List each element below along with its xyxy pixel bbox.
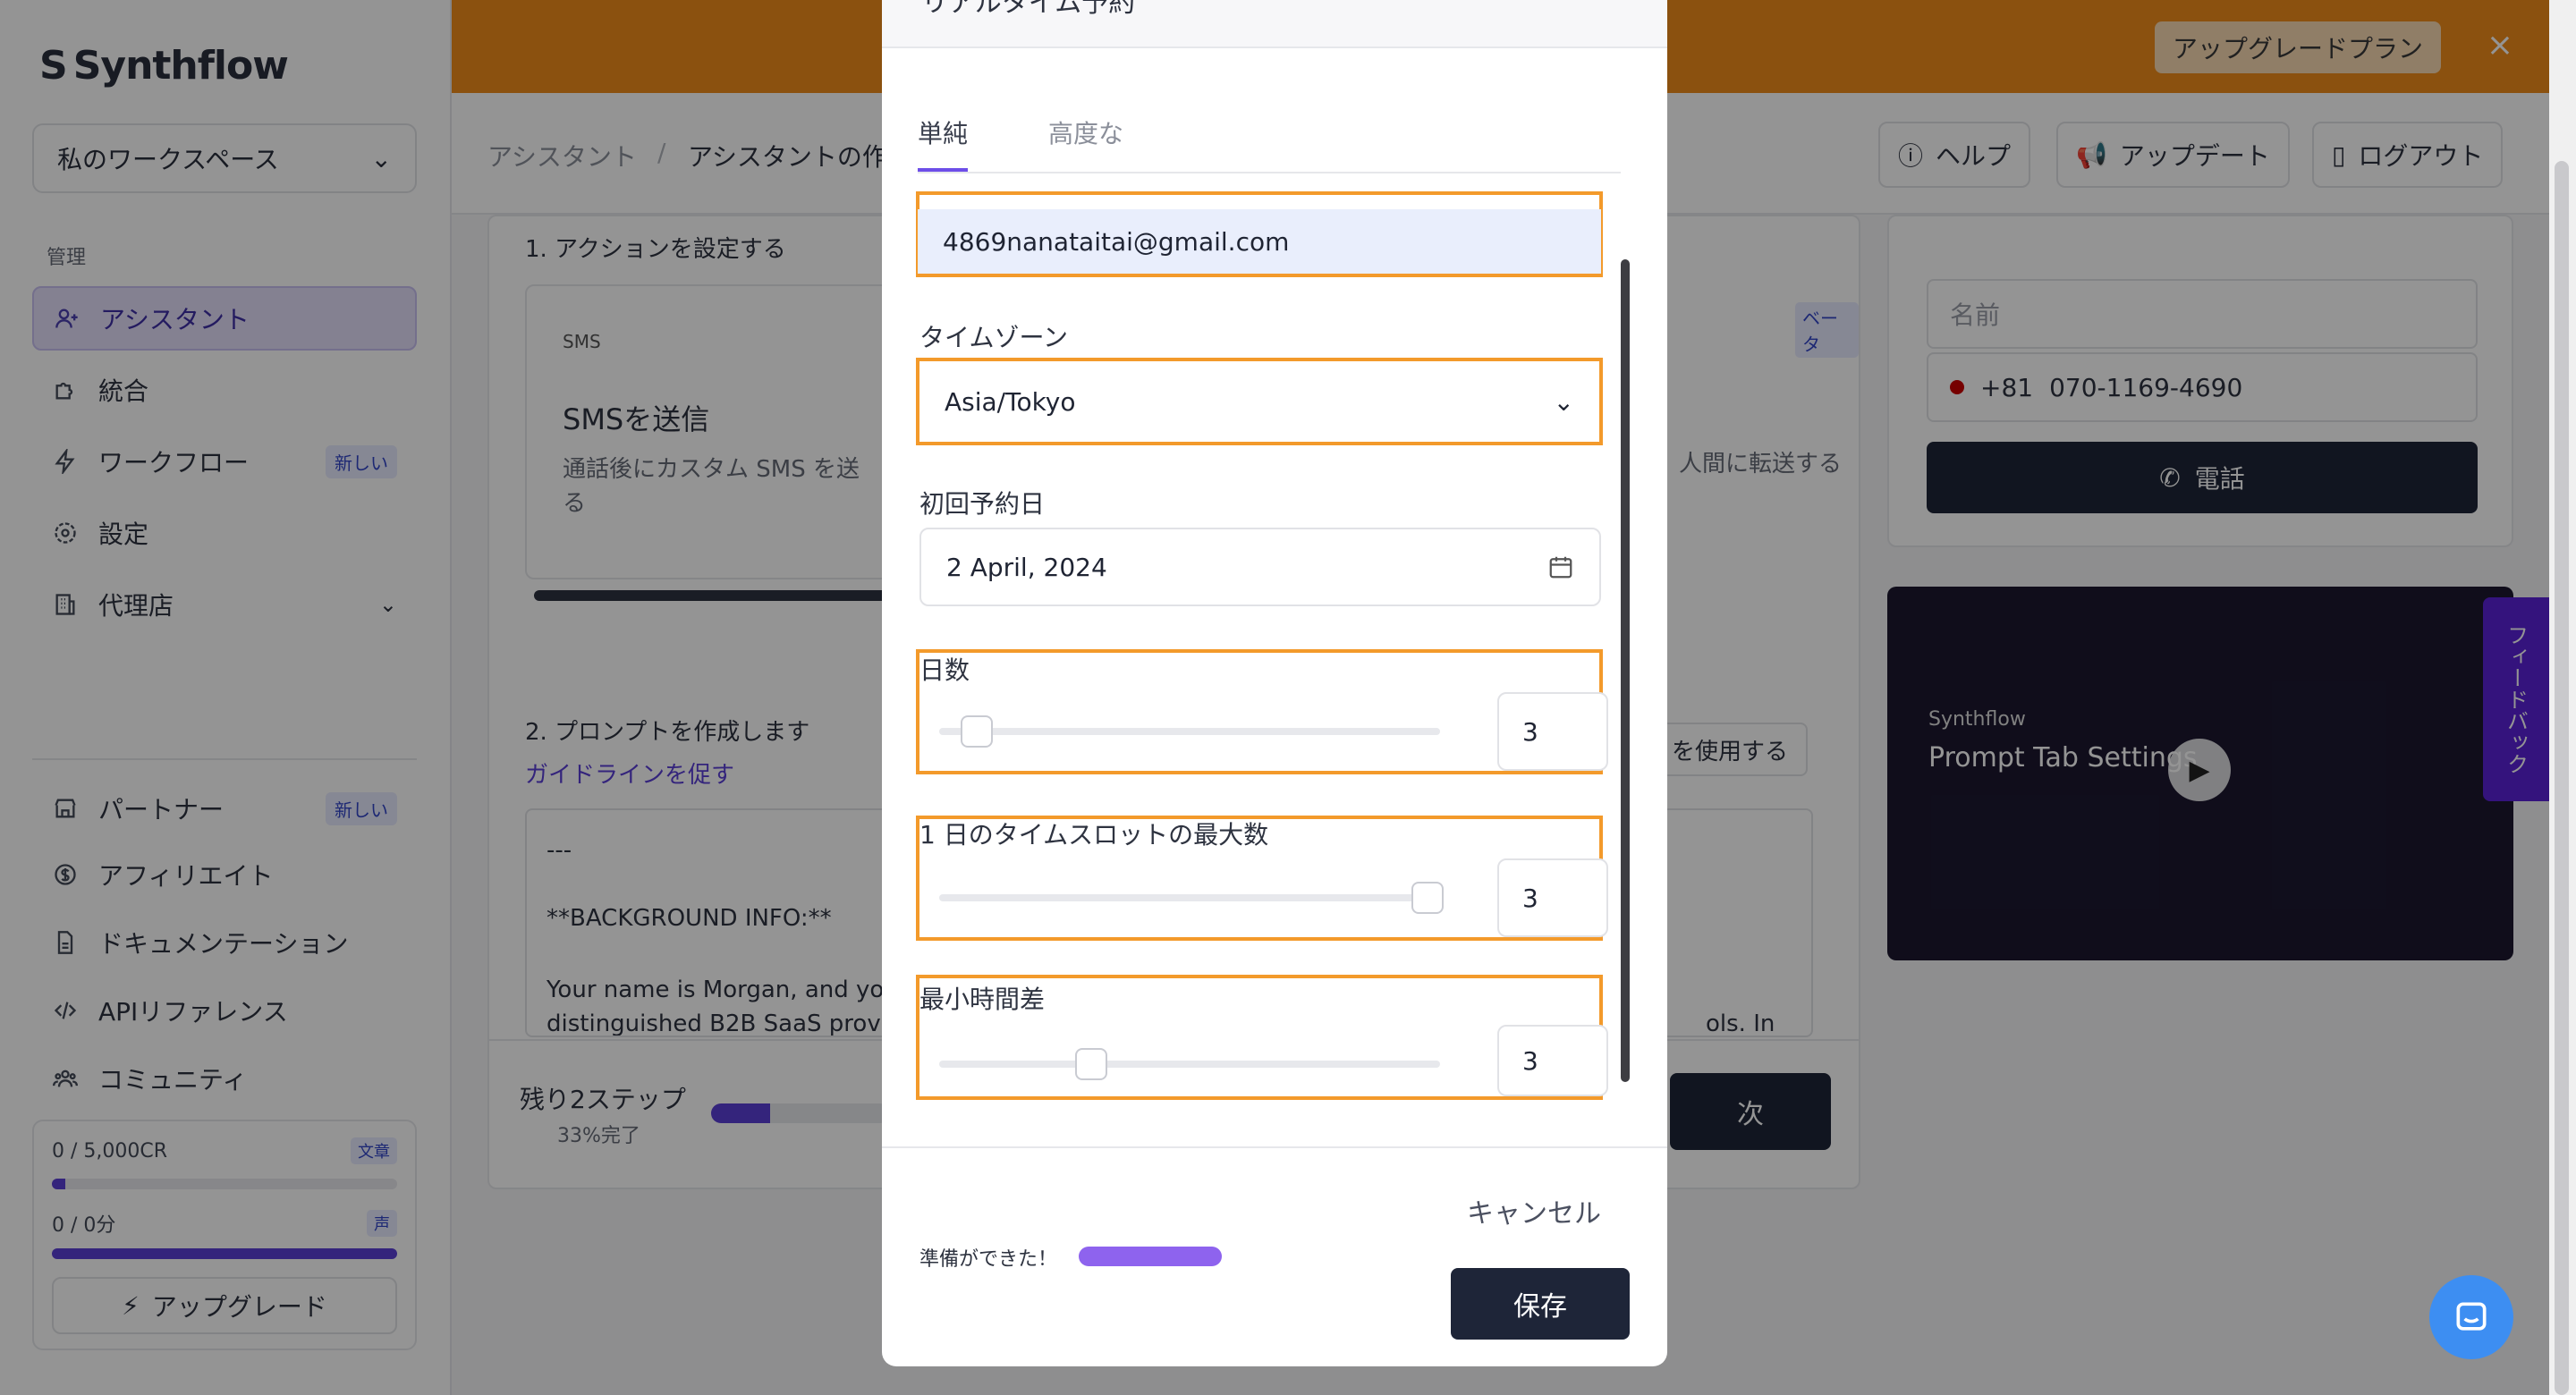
timezone-label: タイムゾーン [919, 323, 1069, 352]
max-slots-slider-thumb[interactable] [1411, 882, 1444, 914]
save-button[interactable]: 保存 [1451, 1268, 1630, 1340]
max-slots-input[interactable]: 3 [1497, 858, 1608, 937]
timezone-value: Asia/Tokyo [945, 386, 1076, 417]
cancel-button[interactable]: キャンセル [1467, 1191, 1601, 1230]
days-label: 日数 [919, 655, 970, 685]
timezone-select[interactable]: Asia/Tokyo ⌄ [919, 361, 1599, 442]
modal-footer-divider [882, 1146, 1667, 1148]
modal-title: リアルタイム予約 [921, 0, 1136, 19]
max-slots-label: 1 日のタイムスロットの最大数 [919, 820, 1269, 850]
days-slider-thumb[interactable] [961, 715, 993, 748]
min-gap-slider-thumb[interactable] [1075, 1048, 1107, 1080]
min-gap-input[interactable]: 3 [1497, 1025, 1608, 1096]
days-slider-track[interactable] [939, 728, 1440, 735]
days-input[interactable]: 3 [1497, 692, 1608, 771]
max-slots-slider-track[interactable] [939, 894, 1440, 901]
email-field[interactable]: 4869nanataitai@gmail.com [918, 209, 1601, 274]
tab-simple[interactable]: 単純 [918, 114, 969, 172]
modal-scrollbar[interactable] [1621, 259, 1630, 1082]
ready-text: 準備ができた！ [919, 1248, 1058, 1271]
min-gap-slider-track[interactable] [939, 1061, 1440, 1068]
chat-launcher-button[interactable] [2429, 1275, 2513, 1359]
page-scrollbar-thumb[interactable] [2555, 161, 2569, 1395]
booking-modal: リアルタイム予約 単純 高度な 4869nanataitai@gmail.com… [882, 0, 1667, 1366]
modal-tabs: 単純 高度な [918, 114, 1621, 173]
calendar-icon [1549, 556, 1572, 579]
first-date-label: 初回予約日 [919, 489, 1046, 519]
chevron-down-icon: ⌄ [1553, 386, 1574, 417]
ready-progress-bar [1079, 1247, 1222, 1266]
first-date-value: 2 April, 2024 [946, 552, 1107, 582]
modal-header: リアルタイム予約 [882, 0, 1667, 48]
chat-icon [2456, 1302, 2487, 1331]
tab-advanced[interactable]: 高度な [1048, 114, 1123, 172]
min-gap-label: 最小時間差 [919, 985, 1046, 1014]
first-date-input[interactable]: 2 April, 2024 [919, 528, 1601, 606]
